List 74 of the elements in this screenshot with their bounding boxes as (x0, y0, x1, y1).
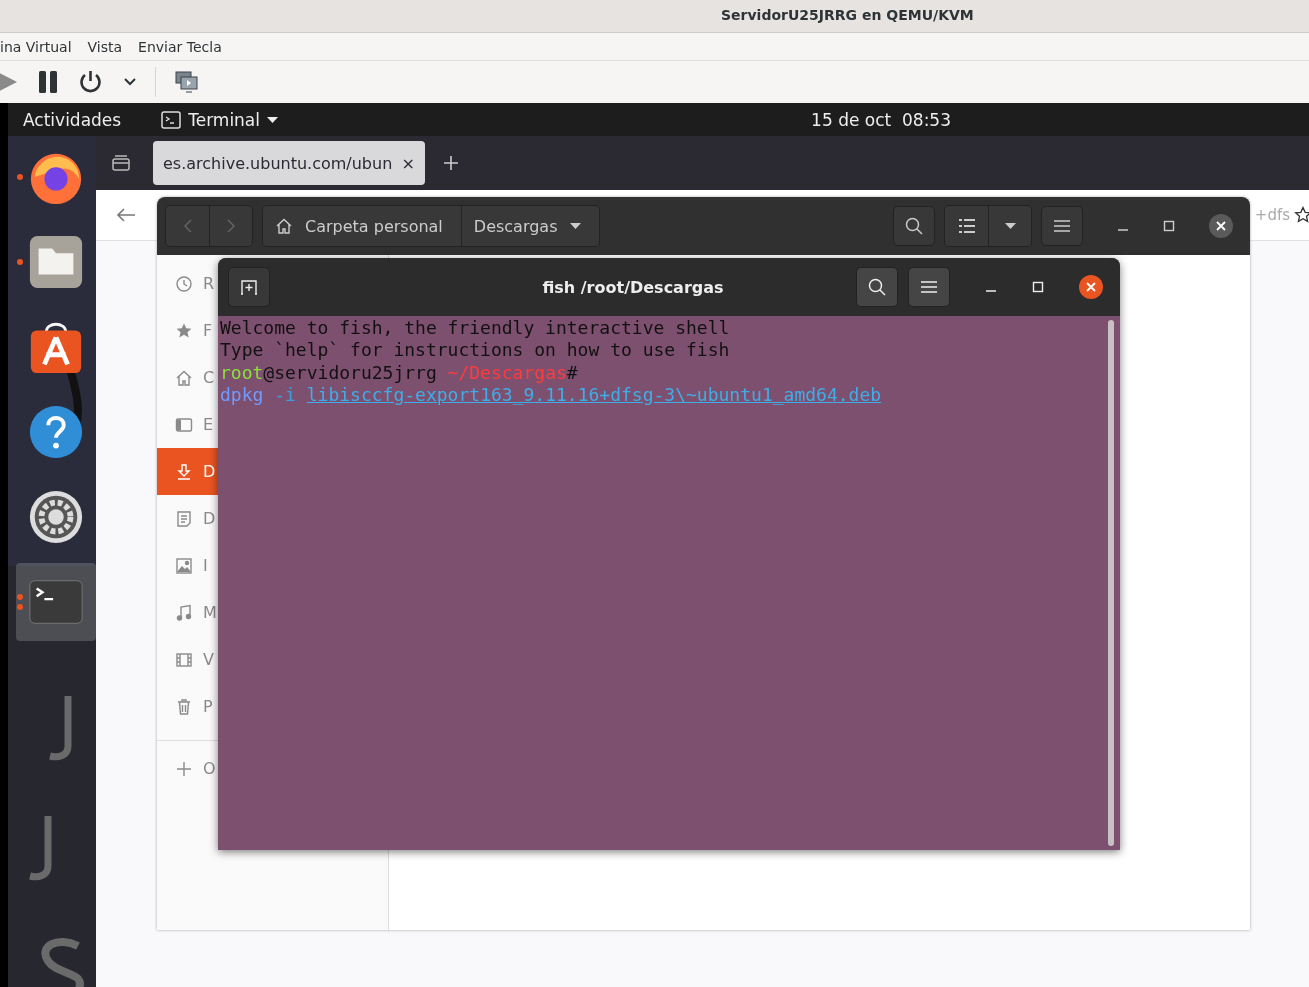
menu-button[interactable] (1041, 206, 1083, 246)
settings-icon (27, 488, 85, 546)
sidebar-item[interactable]: V (157, 636, 218, 683)
clock[interactable]: 15 de oct 08:53 (811, 109, 951, 130)
path-button[interactable]: Carpeta personal (263, 206, 461, 246)
path-button[interactable]: Descargas (460, 206, 599, 246)
app-menu[interactable]: Terminal (161, 109, 278, 130)
tab-list-icon[interactable] (111, 154, 131, 172)
sidebar-item[interactable]: E (157, 401, 218, 448)
search-button[interactable] (893, 206, 935, 246)
music-note-icon (175, 603, 193, 622)
menu-icon (921, 281, 937, 293)
new-tab-button[interactable] (228, 267, 270, 307)
search-icon (868, 278, 886, 296)
list-icon (958, 219, 975, 233)
home-icon (175, 368, 193, 387)
caret-icon (267, 116, 278, 123)
menu-item[interactable]: Vista (87, 38, 123, 55)
new-tab-icon[interactable] (443, 155, 459, 171)
image-icon (175, 556, 193, 575)
close-icon[interactable] (1209, 214, 1233, 238)
sidebar-item[interactable]: O (157, 745, 218, 792)
pause-icon[interactable] (39, 71, 57, 93)
chevron-left-icon (183, 219, 192, 233)
caret-icon (1004, 223, 1016, 229)
sidebar-item[interactable]: P (157, 683, 218, 730)
view-options-button[interactable] (988, 206, 1031, 246)
sidebar-item[interactable]: M (157, 589, 218, 636)
terminal-line: Welcome to fish, the friendly interactive shell (220, 317, 730, 340)
star-icon[interactable] (1294, 206, 1309, 224)
url-field[interactable]: +dfs (1254, 206, 1290, 224)
menu-button[interactable] (908, 267, 950, 307)
trash-icon (175, 697, 193, 716)
power-icon[interactable] (79, 70, 102, 94)
window-title: fish /root/Descargas (541, 277, 725, 297)
close-icon[interactable] (1079, 275, 1103, 299)
search-button[interactable] (856, 267, 898, 307)
plus-icon (175, 759, 193, 778)
terminal-line: Type `help` for instructions on how to use fish (220, 339, 730, 362)
sidebar-item[interactable]: D (157, 448, 218, 495)
chevron-right-icon (227, 219, 235, 233)
folder-icon (27, 233, 85, 291)
clock-icon (175, 274, 193, 293)
sidebar-item[interactable]: D (157, 495, 218, 542)
scrollbar[interactable] (1108, 320, 1114, 846)
menu-item[interactable]: ina Virtual (0, 38, 72, 55)
menu-icon (1054, 220, 1070, 232)
terminal-command: dpkg -i libisccfg-export163_9.11.16+dfsg-3\~ubuntu1_amd64.deb (220, 383, 882, 407)
document-icon (175, 509, 193, 528)
home-icon (275, 217, 293, 235)
desktop-icon (175, 415, 193, 434)
menu-item[interactable]: Enviar Tecla (138, 38, 222, 55)
sidebar-item[interactable]: C (157, 354, 218, 401)
film-icon (175, 650, 193, 669)
chevron-down-icon[interactable] (124, 78, 136, 86)
window-title: ServidorU25JRRG en QEMU/KVM (0, 0, 1309, 33)
screens-icon[interactable] (175, 71, 198, 93)
maximize-icon[interactable] (1163, 220, 1175, 232)
search-icon (905, 217, 923, 235)
browser-tab[interactable]: es.archive.ubuntu.com/ubun × (153, 141, 425, 185)
sidebar-item[interactable]: R (157, 260, 218, 307)
help-icon (27, 403, 85, 461)
new-tab-icon (240, 279, 258, 295)
terminal-prompt: root@servidoru25jrrg ~/Descargas# (220, 361, 578, 384)
back-icon[interactable] (116, 207, 136, 223)
download-icon (175, 462, 193, 481)
activities-button[interactable]: Actividades (8, 109, 122, 130)
caret-icon (569, 223, 581, 229)
list-view-button[interactable] (945, 206, 988, 246)
terminal-icon (161, 110, 182, 129)
sidebar-item[interactable]: I (157, 542, 218, 589)
close-tab-button[interactable]: × (401, 153, 415, 173)
sidebar-item[interactable]: F (157, 307, 218, 354)
tab-title: es.archive.ubuntu.com/ubun (163, 153, 394, 173)
